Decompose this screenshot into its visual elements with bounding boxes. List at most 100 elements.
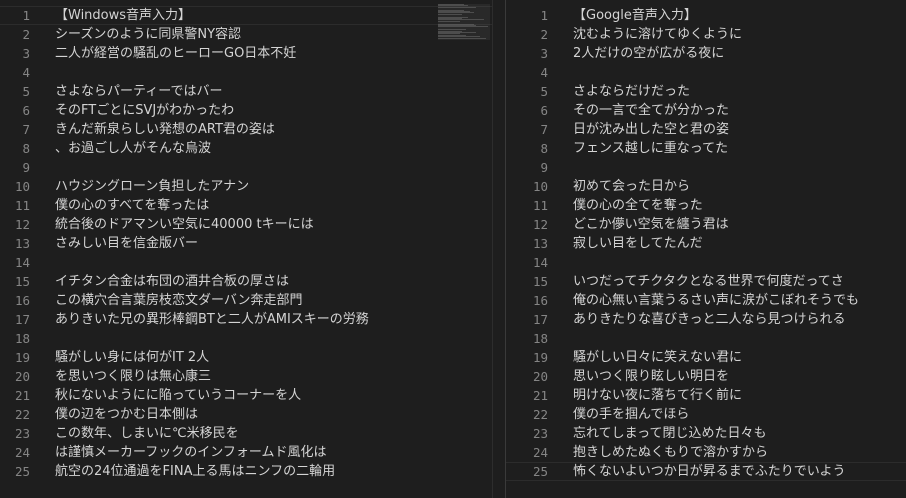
editor-line[interactable]: 17 ありきたりな喜びきっと二人なら見つけられる bbox=[506, 310, 906, 329]
editor-pane-windows-voice-input[interactable]: 1 【Windows音声入力】 2 シーズンのように同県警NY容認 3 二人が経営の騒乱の… bbox=[0, 0, 492, 498]
editor-line[interactable]: 5 さよならパーティーではバー bbox=[0, 82, 492, 101]
editor-line[interactable]: 6 そのFTごとにSVJがわかったわ bbox=[0, 101, 492, 120]
editor-line[interactable]: 12 どこか儚い空気を纏う君は bbox=[506, 215, 906, 234]
editor-line[interactable]: 20 思いつく限り眩しい明日を bbox=[506, 367, 906, 386]
line-text[interactable]: どこか儚い空気を纏う君は bbox=[573, 215, 729, 234]
line-text[interactable]: きんだ新泉らしい発想のART君の姿は bbox=[55, 120, 275, 139]
editor-line[interactable]: 24 は謹慎メーカーフックのインフォームド風化は bbox=[0, 443, 492, 462]
line-text[interactable]: さみしい目を信金版バー bbox=[55, 234, 198, 253]
line-text[interactable]: 俺の心無い言葉うるさい声に涙がこぼれそうでも bbox=[573, 291, 859, 310]
editor-line[interactable]: 22 僕の手を掴んでほら bbox=[506, 405, 906, 424]
editor-line[interactable]: 3 二人が経営の騒乱のヒーローGO日本不妊 bbox=[0, 44, 492, 63]
line-number: 5 bbox=[540, 84, 548, 99]
line-text[interactable]: 思いつく限り眩しい明日を bbox=[573, 367, 729, 386]
line-text[interactable]: 怖くないよいつか日が昇るまでふたりでいよう bbox=[573, 462, 845, 481]
line-text[interactable]: いつだってチクタクとなる世界で何度だってさ bbox=[573, 272, 844, 291]
line-text[interactable]: 秋にないようにに陥っていうコーナーを人 bbox=[55, 386, 301, 405]
line-text[interactable]: そのFTごとにSVJがわかったわ bbox=[55, 101, 234, 120]
editor-line[interactable]: 20 を思いつく限りは無心康三 bbox=[0, 367, 492, 386]
editor-line[interactable]: 18 bbox=[506, 329, 906, 348]
line-text[interactable]: ありきたりな喜びきっと二人なら見つけられる bbox=[573, 310, 845, 329]
editor-line[interactable]: 18 bbox=[0, 329, 492, 348]
line-text[interactable]: シーズンのように同県警NY容認 bbox=[55, 25, 241, 44]
editor-line[interactable]: 15 イチタン合金は布団の酒井合板の厚さは bbox=[0, 272, 492, 291]
editor-line[interactable]: 7 きんだ新泉らしい発想のART君の姿は bbox=[0, 120, 492, 139]
editor-line[interactable]: 19 騒がしい日々に笑えない君に bbox=[506, 348, 906, 367]
editor-pane-google-voice-input[interactable]: 1 【Google音声入力】 2 沈むように溶けてゆくように 3 2人だけの空が広がる夜に… bbox=[506, 0, 906, 498]
line-text[interactable]: 僕の心のすべてを奪ったは bbox=[55, 196, 209, 215]
line-text[interactable]: イチタン合金は布団の酒井合板の厚さは bbox=[55, 272, 289, 291]
line-text[interactable]: 僕の辺をつかむ日本側は bbox=[55, 405, 198, 424]
editor-line[interactable]: 4 bbox=[506, 63, 906, 82]
editor-line[interactable]: 14 bbox=[0, 253, 492, 272]
line-text[interactable]: 忘れてしまって閉じ込めた日々も bbox=[573, 424, 766, 443]
editor-line[interactable]: 1 【Google音声入力】 bbox=[506, 6, 906, 25]
editor-line[interactable]: 11 僕の心のすべてを奪ったは bbox=[0, 196, 492, 215]
editor-line[interactable]: 17 ありきいた兄の異形棒鋼BTと二人がAMIスキーの労務 bbox=[0, 310, 492, 329]
line-text[interactable]: この数年、しまいに℃米移民を bbox=[55, 424, 239, 443]
line-text[interactable]: 2人だけの空が広がる夜に bbox=[573, 44, 724, 63]
minimap[interactable] bbox=[438, 4, 490, 40]
line-text[interactable]: その一言で全てが分かった bbox=[573, 101, 729, 120]
line-text[interactable]: 初めて会った日から bbox=[573, 177, 690, 196]
line-text[interactable]: 明けない夜に落ちて行く前に bbox=[573, 386, 742, 405]
editor-line[interactable]: 25 怖くないよいつか日が昇るまでふたりでいよう bbox=[506, 462, 906, 481]
editor-line[interactable]: 1 【Windows音声入力】 bbox=[0, 6, 492, 25]
line-text[interactable]: は謹慎メーカーフックのインフォームド風化は bbox=[55, 443, 326, 462]
editor-line[interactable]: 16 この横穴合言葉房枝恋文ダーバン奔走部門 bbox=[0, 291, 492, 310]
line-text[interactable]: 沈むように溶けてゆくように bbox=[573, 25, 742, 44]
code-lines[interactable]: 1 【Windows音声入力】 2 シーズンのように同県警NY容認 3 二人が経営の騒乱の… bbox=[0, 6, 492, 481]
editor-line[interactable]: 22 僕の辺をつかむ日本側は bbox=[0, 405, 492, 424]
line-text[interactable]: を思いつく限りは無心康三 bbox=[55, 367, 211, 386]
line-text[interactable]: ハウジングローン負担したアナン bbox=[55, 177, 249, 196]
editor-line[interactable]: 21 明けない夜に落ちて行く前に bbox=[506, 386, 906, 405]
editor-line[interactable]: 2 沈むように溶けてゆくように bbox=[506, 25, 906, 44]
editor-line[interactable]: 6 その一言で全てが分かった bbox=[506, 101, 906, 120]
editor-line[interactable]: 19 騒がしい身には何がIT 2人 bbox=[0, 348, 492, 367]
code-lines[interactable]: 1 【Google音声入力】 2 沈むように溶けてゆくように 3 2人だけの空が広がる夜に… bbox=[506, 6, 906, 481]
editor-line[interactable]: 8 、お過ごし人がそんな烏波 bbox=[0, 139, 492, 158]
line-text[interactable]: さよならパーティーではバー bbox=[55, 82, 222, 101]
editor-line[interactable]: 15 いつだってチクタクとなる世界で何度だってさ bbox=[506, 272, 906, 291]
editor-line[interactable]: 4 bbox=[0, 63, 492, 82]
editor-line[interactable]: 9 bbox=[0, 158, 492, 177]
editor-line[interactable]: 10 初めて会った日から bbox=[506, 177, 906, 196]
editor-line[interactable]: 24 抱きしめたぬくもりで溶かすから bbox=[506, 443, 906, 462]
editor-line[interactable]: 16 俺の心無い言葉うるさい声に涙がこぼれそうでも bbox=[506, 291, 906, 310]
editor-line[interactable]: 3 2人だけの空が広がる夜に bbox=[506, 44, 906, 63]
line-text[interactable]: 騒がしい日々に笑えない君に bbox=[573, 348, 742, 367]
line-text[interactable]: 抱きしめたぬくもりで溶かすから bbox=[573, 443, 768, 462]
line-text[interactable]: フェンス越しに重なってた bbox=[573, 139, 728, 158]
editor-line[interactable]: 8 フェンス越しに重なってた bbox=[506, 139, 906, 158]
split-divider[interactable] bbox=[492, 0, 506, 498]
editor-line[interactable]: 25 航空の24位通過をFINA上る馬はニンフの二輪用 bbox=[0, 462, 492, 481]
editor-line[interactable]: 23 忘れてしまって閉じ込めた日々も bbox=[506, 424, 906, 443]
line-text[interactable]: 航空の24位通過をFINA上る馬はニンフの二輪用 bbox=[55, 462, 335, 481]
editor-line[interactable]: 12 統合後のドアマンい空気に40000 tキーには bbox=[0, 215, 492, 234]
line-text[interactable]: 統合後のドアマンい空気に40000 tキーには bbox=[55, 215, 314, 234]
line-text[interactable]: さよならだけだった bbox=[573, 82, 690, 101]
editor-line[interactable]: 5 さよならだけだった bbox=[506, 82, 906, 101]
line-text[interactable]: 日が沈み出した空と君の姿 bbox=[573, 120, 729, 139]
line-text[interactable]: 寂しい目をしてたんだ bbox=[573, 234, 703, 253]
editor-line[interactable]: 13 さみしい目を信金版バー bbox=[0, 234, 492, 253]
line-text[interactable]: 、お過ごし人がそんな烏波 bbox=[55, 139, 211, 158]
line-text[interactable]: この横穴合言葉房枝恋文ダーバン奔走部門 bbox=[55, 291, 303, 310]
editor-line[interactable]: 21 秋にないようにに陥っていうコーナーを人 bbox=[0, 386, 492, 405]
editor-line[interactable]: 2 シーズンのように同県警NY容認 bbox=[0, 25, 492, 44]
line-text[interactable]: 僕の心の全てを奪った bbox=[573, 196, 703, 215]
line-text[interactable]: 二人が経営の騒乱のヒーローGO日本不妊 bbox=[55, 44, 296, 63]
line-text[interactable]: 騒がしい身には何がIT 2人 bbox=[55, 348, 209, 367]
editor-line[interactable]: 13 寂しい目をしてたんだ bbox=[506, 234, 906, 253]
editor-line[interactable]: 11 僕の心の全てを奪った bbox=[506, 196, 906, 215]
editor-line[interactable]: 7 日が沈み出した空と君の姿 bbox=[506, 120, 906, 139]
editor-line[interactable]: 23 この数年、しまいに℃米移民を bbox=[0, 424, 492, 443]
editor-line[interactable]: 9 bbox=[506, 158, 906, 177]
line-number: 17 bbox=[14, 312, 30, 327]
line-text[interactable]: 【Windows音声入力】 bbox=[55, 6, 191, 25]
line-text[interactable]: 【Google音声入力】 bbox=[573, 6, 697, 25]
line-text[interactable]: 僕の手を掴んでほら bbox=[573, 405, 689, 424]
line-text[interactable]: ありきいた兄の異形棒鋼BTと二人がAMIスキーの労務 bbox=[55, 310, 369, 329]
editor-line[interactable]: 14 bbox=[506, 253, 906, 272]
editor-line[interactable]: 10 ハウジングローン負担したアナン bbox=[0, 177, 492, 196]
